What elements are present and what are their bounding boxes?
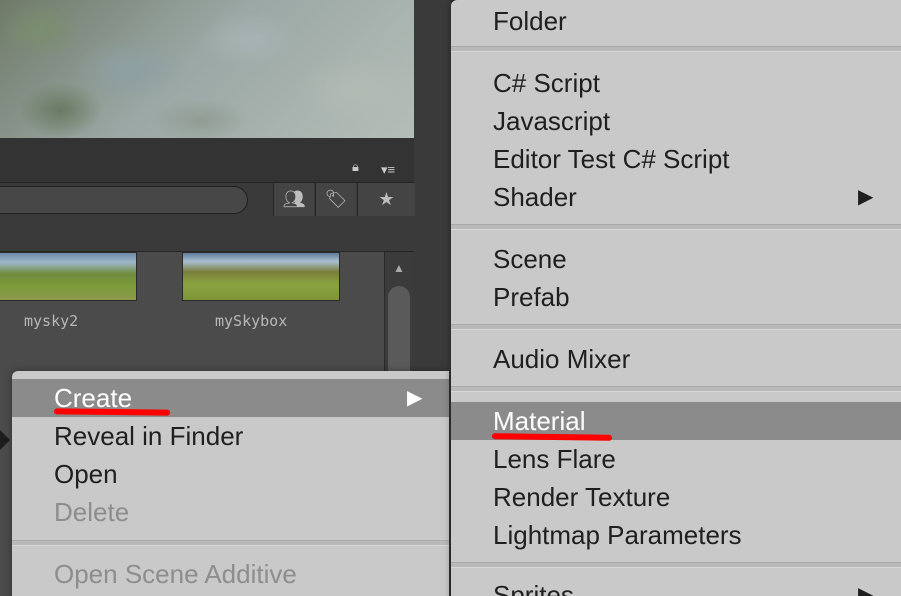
submenu-arrow-icon: ▶ <box>407 387 423 409</box>
submenu-item-folder[interactable]: Folder <box>451 2 901 40</box>
create-submenu: Folder C# Script Javascript Editor Test … <box>451 0 901 596</box>
menu-item-label: Open <box>54 459 118 489</box>
submenu-item-audio-mixer[interactable]: Audio Mixer <box>451 340 901 378</box>
submenu-item-lens-flare[interactable]: Lens Flare <box>451 440 901 478</box>
submenu-item-prefab[interactable]: Prefab <box>451 278 901 316</box>
menu-separator <box>12 540 449 546</box>
menu-item-reveal-in-finder[interactable]: Reveal in Finder <box>12 417 449 455</box>
submenu-item-javascript[interactable]: Javascript <box>451 102 901 140</box>
menu-item-label: Javascript <box>493 106 611 136</box>
context-menu: Create ▶ Reveal in Finder Open Delete Op… <box>12 371 449 596</box>
menu-item-label: Delete <box>54 497 130 527</box>
unity-editor-screen: 🔒︎ ▾≡ 👥︎ 🏷︎ ★ ▲ mysky2 mySkybox Create ▶… <box>0 0 901 596</box>
menu-item-label: Lightmap Parameters <box>493 520 742 550</box>
menu-item-label: Reveal in Finder <box>54 421 244 451</box>
submenu-item-lightmap-parameters[interactable]: Lightmap Parameters <box>451 516 901 554</box>
menu-item-label: Editor Test C# Script <box>493 144 730 174</box>
menu-item-label: Shader <box>493 182 577 212</box>
menu-separator <box>451 386 901 392</box>
menu-item-open[interactable]: Open <box>12 455 449 493</box>
menu-item-label: Render Texture <box>493 482 671 512</box>
menu-item-label: Folder <box>493 6 567 36</box>
menu-item-label: C# Script <box>493 68 600 98</box>
menu-separator <box>451 562 901 568</box>
asset-label-myskybox: mySkybox <box>215 312 288 330</box>
annotation-underline-create <box>53 408 171 416</box>
menu-separator <box>451 224 901 230</box>
menu-separator <box>451 46 901 52</box>
lock-icon[interactable]: 🔒︎ <box>352 160 366 174</box>
submenu-item-shader[interactable]: Shader ▶ <box>451 178 901 216</box>
asset-thumbnail-myskybox[interactable] <box>182 252 340 301</box>
menu-item-label: Prefab <box>493 282 570 312</box>
scroll-up-icon[interactable]: ▲ <box>389 259 409 277</box>
menu-item-label: Sprites <box>493 580 574 596</box>
people-icon[interactable]: 👥︎ <box>273 183 314 216</box>
menu-item-open-scene-additive: Open Scene Additive <box>12 555 449 593</box>
search-input[interactable] <box>0 186 248 214</box>
menu-item-label: Scene <box>493 244 567 274</box>
panel-edge-notch <box>0 430 10 450</box>
menu-item-label: Open Scene Additive <box>54 559 297 589</box>
tag-icon[interactable]: 🏷︎ <box>315 183 356 216</box>
menu-item-label: Audio Mixer <box>493 344 631 374</box>
submenu-item-render-texture[interactable]: Render Texture <box>451 478 901 516</box>
submenu-arrow-icon: ▶ <box>858 186 874 208</box>
star-icon[interactable]: ★ <box>357 183 415 216</box>
submenu-item-scene[interactable]: Scene <box>451 240 901 278</box>
menu-lines-icon[interactable]: ▾≡ <box>381 163 409 178</box>
menu-separator <box>451 324 901 330</box>
submenu-item-csharp-script[interactable]: C# Script <box>451 64 901 102</box>
menu-item-delete: Delete <box>12 493 449 531</box>
breadcrumb-bar <box>0 219 414 252</box>
menu-item-label: Lens Flare <box>493 444 616 474</box>
submenu-arrow-icon: ▶ <box>858 584 874 596</box>
scene-preview-image <box>0 0 414 138</box>
asset-label-mysky2: mysky2 <box>24 312 79 330</box>
submenu-item-sprites[interactable]: Sprites ▶ <box>451 576 901 596</box>
asset-thumbnail-mysky2[interactable] <box>0 252 137 301</box>
submenu-item-editor-test-csharp-script[interactable]: Editor Test C# Script <box>451 140 901 178</box>
